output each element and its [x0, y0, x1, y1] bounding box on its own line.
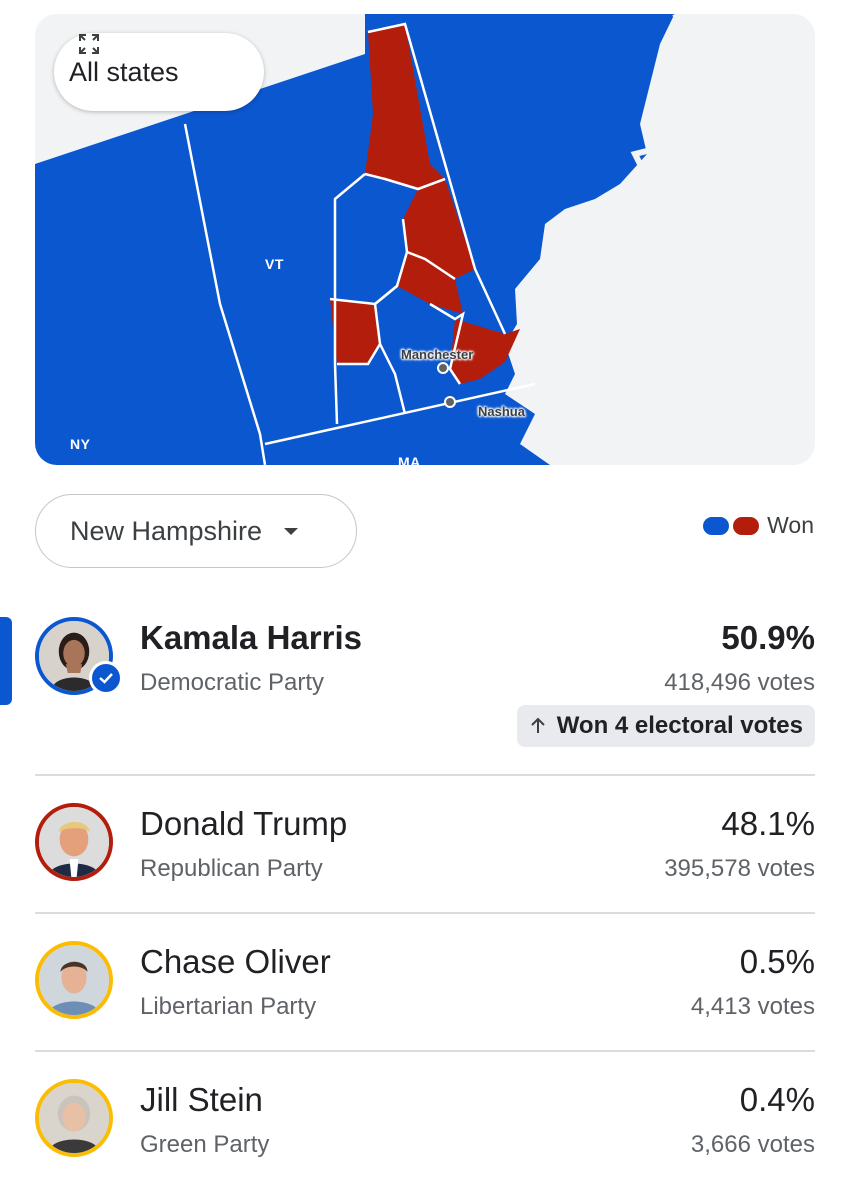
- candidate-row-trump[interactable]: Donald Trump Republican Party 48.1% 395,…: [35, 803, 815, 883]
- legend-swatches: [703, 516, 760, 535]
- candidate-percent: 48.1%: [721, 805, 815, 842]
- candidate-party: Democratic Party: [140, 669, 325, 696]
- legend-rep-swatch: [733, 516, 760, 535]
- electoral-votes-badge: Won 4 electoral votes: [516, 705, 815, 747]
- candidate-row-stein[interactable]: Jill Stein Green Party 0.4% 3,666 votes: [35, 1079, 815, 1159]
- candidate-votes: 3,666 votes: [690, 1131, 815, 1158]
- candidate-percent: 0.4%: [739, 1081, 815, 1118]
- chevron-down-icon: [284, 527, 299, 535]
- legend-dem-swatch: [703, 516, 730, 535]
- all-states-label: All states: [69, 56, 179, 87]
- selected-indicator: [0, 617, 12, 705]
- candidate-row-harris[interactable]: Kamala Harris Democratic Party 50.9% 418…: [35, 617, 815, 757]
- candidate-name: Jill Stein: [140, 1081, 263, 1118]
- vt-label: VT: [265, 256, 284, 272]
- arrow-up-icon: [530, 717, 545, 733]
- legend: Won: [703, 512, 814, 539]
- candidate-row-oliver[interactable]: Chase Oliver Libertarian Party 0.5% 4,41…: [35, 941, 815, 1021]
- winner-check-icon: [89, 661, 123, 695]
- state-dropdown[interactable]: New Hampshire: [35, 494, 357, 568]
- candidate-party: Libertarian Party: [140, 993, 317, 1020]
- candidate-votes: 418,496 votes: [664, 669, 815, 696]
- avatar-trump: [35, 803, 113, 881]
- candidate-percent: 0.5%: [739, 943, 815, 980]
- manchester-dot: [437, 362, 449, 374]
- divider: [35, 774, 815, 776]
- all-states-button[interactable]: All states: [54, 33, 264, 111]
- candidate-name: Kamala Harris: [140, 619, 362, 656]
- nashua-dot: [444, 396, 456, 408]
- city-label-nashua: Nashua: [478, 404, 525, 419]
- city-label-manchester: Manchester: [401, 347, 474, 362]
- candidate-name: Donald Trump: [140, 805, 348, 842]
- person-icon: [39, 807, 109, 877]
- avatar-oliver: [35, 941, 113, 1019]
- person-icon: [39, 1083, 109, 1153]
- divider: [35, 1050, 815, 1052]
- results-map[interactable]: VT NY MA Manchester Nashua All states: [35, 14, 815, 465]
- candidate-party: Republican Party: [140, 855, 323, 882]
- candidate-name: Chase Oliver: [140, 943, 331, 980]
- state-dropdown-label: New Hampshire: [70, 515, 263, 546]
- avatar-stein: [35, 1079, 113, 1157]
- ma-label: MA: [398, 454, 421, 465]
- candidate-party: Green Party: [140, 1131, 270, 1158]
- divider: [35, 912, 815, 914]
- ny-label: NY: [70, 436, 91, 452]
- expand-icon: [79, 34, 99, 54]
- candidate-votes: 395,578 votes: [664, 855, 815, 882]
- legend-label: Won: [767, 512, 814, 538]
- candidate-votes: 4,413 votes: [690, 993, 815, 1020]
- electoral-votes-text: Won 4 electoral votes: [556, 712, 803, 739]
- person-icon: [39, 945, 109, 1015]
- candidate-percent: 50.9%: [721, 619, 815, 656]
